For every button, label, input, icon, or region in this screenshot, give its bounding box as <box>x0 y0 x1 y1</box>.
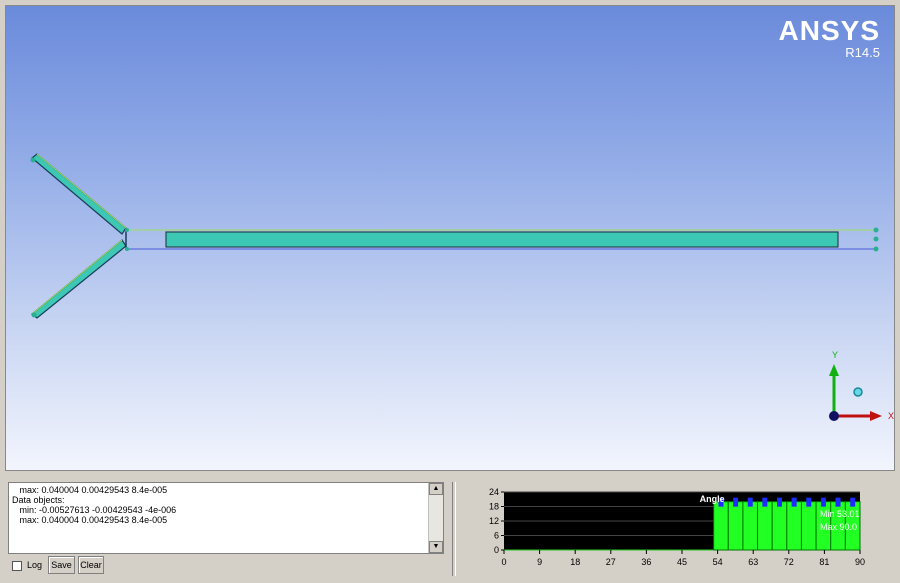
x-tick-label: 72 <box>784 557 794 567</box>
upper-arm-edge <box>36 153 127 229</box>
axis-triad: Y X <box>829 350 894 421</box>
ansys-logo: ANSYS R14.5 <box>779 16 880 60</box>
y-axis-label: Y <box>832 350 838 360</box>
x-axis-label: X <box>888 411 894 421</box>
histogram-bar <box>757 501 773 551</box>
log-checkbox[interactable] <box>12 561 22 571</box>
histogram-bar <box>800 501 817 551</box>
histogram-bar <box>742 501 759 551</box>
lower-inlet-arm <box>31 239 127 319</box>
bin-marker-icon <box>835 497 841 507</box>
histogram-bar <box>727 501 744 551</box>
histogram-min-label: Min 53.01 <box>820 509 860 519</box>
lower-arm-edge <box>31 239 123 315</box>
x-tick-label: 0 <box>501 557 506 567</box>
bin-marker-icon <box>806 497 812 507</box>
vertex-marker <box>125 228 129 232</box>
x-tick-label: 90 <box>855 557 865 567</box>
console-text: max: 0.040004 0.00429543 8.4e-005 Data ob… <box>12 485 176 525</box>
histogram-max-label: Max 90.0 <box>820 522 857 532</box>
vertex-marker <box>873 246 879 252</box>
bin-marker-icon <box>850 497 856 507</box>
x-tick-label: 54 <box>713 557 723 567</box>
y-tick-label: 12 <box>489 516 499 526</box>
bin-marker-icon <box>791 497 797 507</box>
y-tick-label: 0 <box>494 545 499 555</box>
x-tick-label: 45 <box>677 557 687 567</box>
save-button[interactable]: Save <box>48 556 75 574</box>
bottom-panel: max: 0.040004 0.00429543 8.4e-005 Data ob… <box>0 474 900 583</box>
z-axis-icon <box>829 411 839 421</box>
histogram-bar <box>771 501 788 551</box>
clear-button[interactable]: Clear <box>78 556 104 574</box>
histogram-bar <box>713 501 729 551</box>
y-tick-label: 18 <box>489 502 499 512</box>
vertex-marker <box>873 227 879 233</box>
bin-marker-icon <box>777 497 783 507</box>
vertex-marker <box>873 236 879 242</box>
console-line: Data objects: <box>12 495 65 505</box>
console-output[interactable]: max: 0.040004 0.00429543 8.4e-005 Data ob… <box>8 482 444 554</box>
console-line: max: 0.040004 0.00429543 8.4e-005 <box>12 515 168 525</box>
graphics-viewport[interactable]: Y X ANSYS R14.5 <box>5 5 895 471</box>
x-tick-label: 9 <box>537 557 542 567</box>
x-tick-label: 36 <box>641 557 651 567</box>
histogram-title: Angle <box>700 494 725 504</box>
x-tick-label: 18 <box>570 557 580 567</box>
brand-name: ANSYS <box>778 15 880 46</box>
angle-histogram: 0 6 12 18 24 0 9 18 27 36 45 54 63 72 81 90 Angle Min 53.… <box>489 488 865 567</box>
panel-splitter[interactable] <box>452 482 456 576</box>
x-tick-label: 63 <box>748 557 758 567</box>
y-tick-label: 6 <box>494 531 499 541</box>
console-scrollbar[interactable]: ▲ ▼ <box>428 483 443 553</box>
log-label: Log <box>27 560 43 570</box>
bin-marker-icon <box>762 497 768 507</box>
scroll-down-button[interactable]: ▼ <box>429 541 443 553</box>
y-tick-label: 24 <box>489 488 499 497</box>
bin-marker-icon <box>820 497 826 507</box>
vertex-marker <box>31 312 37 318</box>
x-tick-label: 81 <box>819 557 829 567</box>
vertex-marker <box>30 157 36 163</box>
main-channel <box>165 231 839 248</box>
view-center-icon <box>853 387 863 397</box>
bin-marker-icon <box>733 497 739 507</box>
vertex-marker <box>125 247 129 251</box>
mesh-geometry: Y X <box>30 153 894 421</box>
brand-version: R14.5 <box>845 45 880 60</box>
histogram-bar <box>786 501 802 551</box>
scroll-up-button[interactable]: ▲ <box>429 483 443 495</box>
console-line: min: -0.00527613 -0.00429543 -4e-006 <box>12 505 177 515</box>
upper-inlet-arm <box>31 153 127 235</box>
x-tick-label: 27 <box>606 557 616 567</box>
console-line: max: 0.040004 0.00429543 8.4e-005 <box>12 485 168 495</box>
bin-marker-icon <box>747 497 753 507</box>
